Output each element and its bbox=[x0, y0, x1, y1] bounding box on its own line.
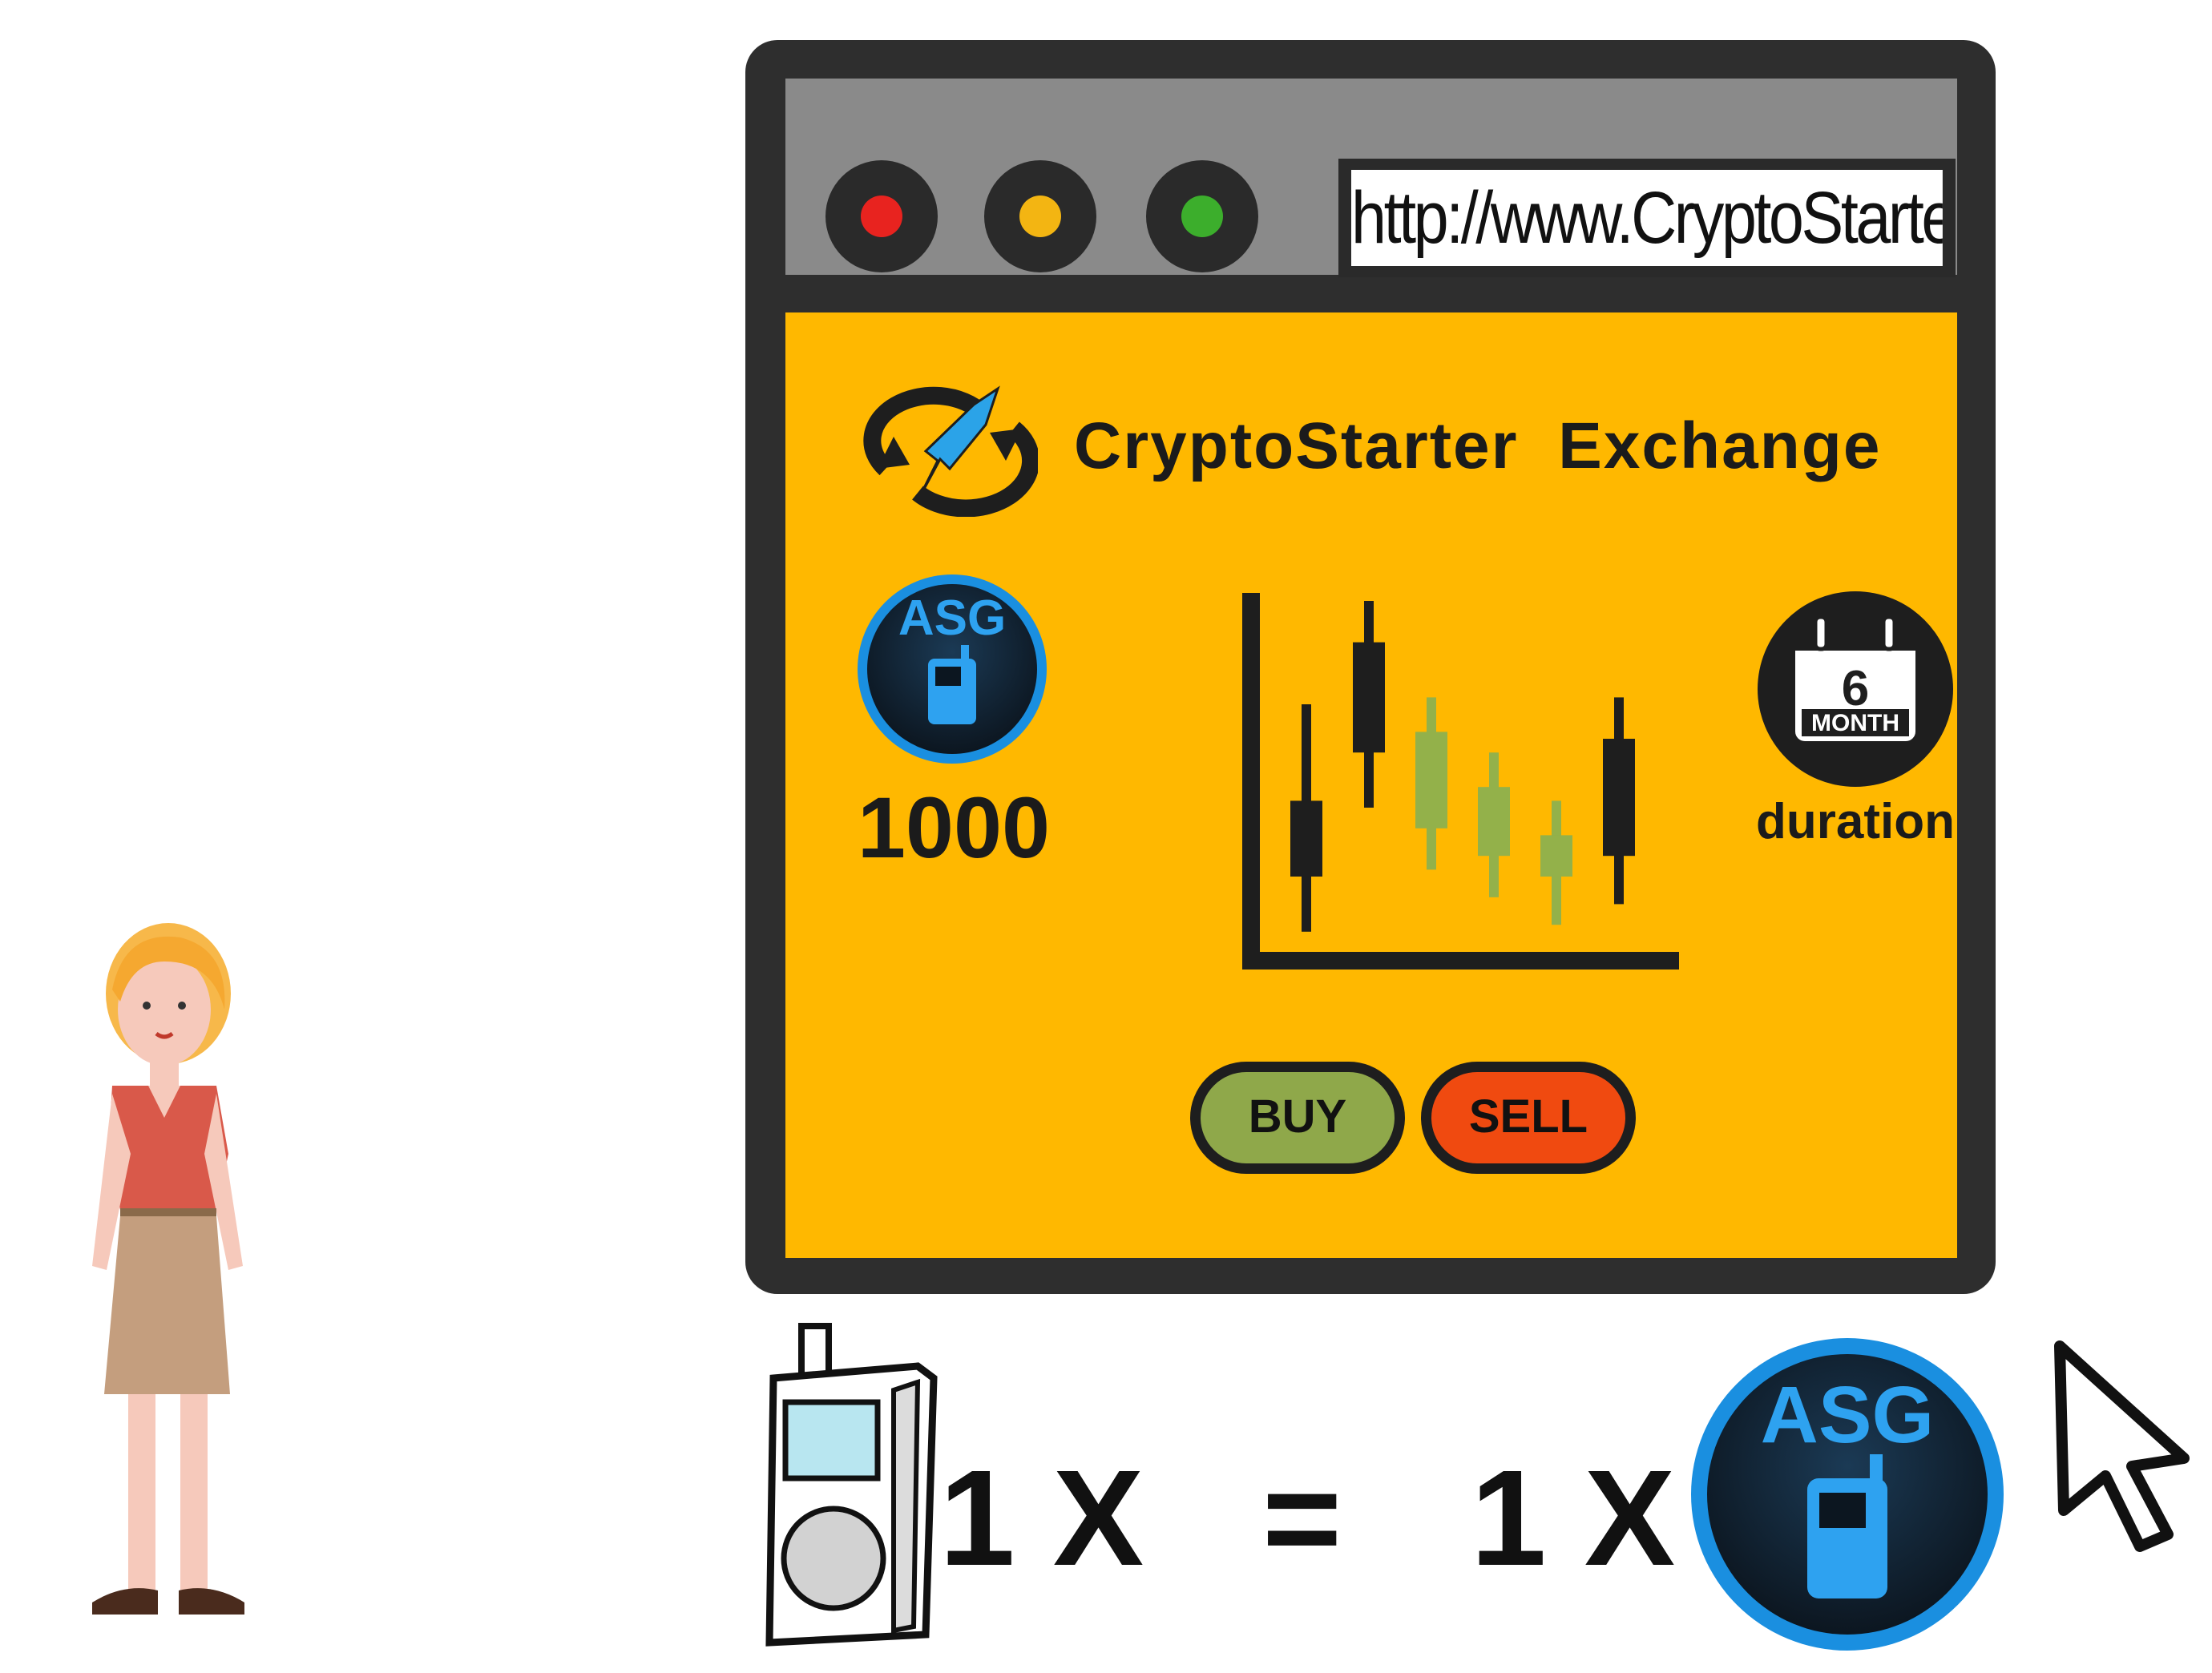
price-chart bbox=[1242, 593, 1679, 970]
browser-window: http://www.CryptoStarter.io CryptoStarte… bbox=[745, 40, 1996, 1294]
address-bar[interactable]: http://www.CryptoStarter.io bbox=[1338, 159, 1956, 277]
minimize-window-button[interactable] bbox=[984, 160, 1096, 272]
duration-label: duration bbox=[1756, 794, 1955, 849]
calendar-number: 6 bbox=[1842, 661, 1869, 716]
candle-body bbox=[1540, 835, 1572, 877]
token-balance: 1000 bbox=[857, 779, 1051, 876]
page-title: CryptoStarter Exchange bbox=[1074, 409, 1882, 482]
asg-badge-text: ASG bbox=[898, 591, 1006, 646]
woman-character-illustration bbox=[92, 923, 244, 1615]
close-dot-icon bbox=[861, 196, 902, 237]
asg-large-text: ASG bbox=[1761, 1370, 1935, 1460]
maximize-window-button[interactable] bbox=[1146, 160, 1258, 272]
rhs-multiplier: 1 X bbox=[1471, 1442, 1676, 1594]
chart-y-axis bbox=[1242, 593, 1260, 970]
chart-x-axis bbox=[1242, 952, 1679, 970]
mouse-cursor-icon bbox=[2054, 1340, 2190, 1552]
close-window-button[interactable] bbox=[825, 160, 938, 272]
lhs-multiplier: 1 X bbox=[939, 1442, 1144, 1594]
asg-token-icon: ASG bbox=[858, 574, 1047, 764]
mobile-phone-icon bbox=[765, 1323, 938, 1647]
candle-body bbox=[1478, 787, 1510, 857]
candle-body bbox=[1603, 739, 1635, 857]
calendar-icon: 6 MONTH bbox=[1758, 591, 1953, 787]
browser-titlebar: http://www.CryptoStarter.io bbox=[785, 79, 1957, 277]
calendar-month-text: MONTH bbox=[1811, 710, 1899, 736]
asg-token-large-icon: ASG bbox=[1691, 1338, 2004, 1651]
candle-body bbox=[1353, 642, 1385, 753]
cryptostarter-logo-icon bbox=[863, 385, 1038, 517]
maximize-dot-icon bbox=[1181, 196, 1223, 237]
minimize-dot-icon bbox=[1019, 196, 1061, 237]
candle-body bbox=[1290, 800, 1322, 877]
equals-sign: = bbox=[1262, 1442, 1342, 1594]
sell-button[interactable]: SELL bbox=[1421, 1062, 1636, 1174]
url-text: http://www.CryptoStarter.io bbox=[1351, 170, 1943, 266]
candle-body bbox=[1415, 732, 1447, 828]
buy-button[interactable]: BUY bbox=[1190, 1062, 1405, 1174]
exchange-page: CryptoStarter Exchange ASG 1000 BUY SELL bbox=[785, 312, 1957, 1258]
